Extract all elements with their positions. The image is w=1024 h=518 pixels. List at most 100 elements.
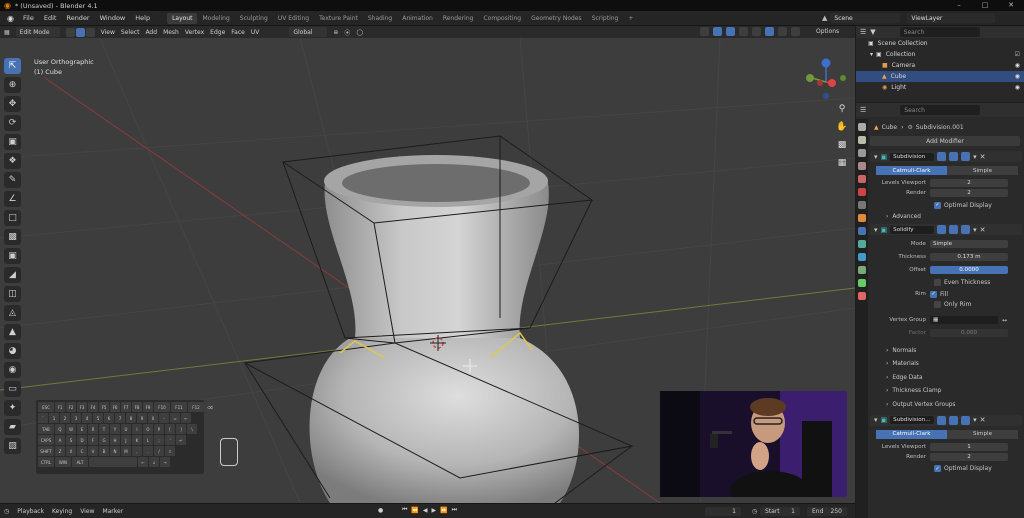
offset-field[interactable]: 0.0000 <box>930 266 1008 274</box>
factor-field[interactable]: 0.000 <box>930 329 1008 337</box>
materials-section[interactable]: › Materials <box>870 358 1024 372</box>
shear-tool-icon[interactable]: ▰ <box>4 419 21 435</box>
mode-selector[interactable]: Edit Mode <box>15 27 60 37</box>
edge-slide-tool-icon[interactable]: ▭ <box>4 381 21 397</box>
rip-tool-icon[interactable]: ▨ <box>4 438 21 454</box>
dropdown-icon[interactable]: ▾ <box>973 416 977 424</box>
modifier-name-field[interactable]: Solidify <box>890 225 935 234</box>
tab-compositing[interactable]: Compositing <box>478 13 526 24</box>
tab-layout[interactable]: Layout <box>167 12 198 24</box>
viewport-toggle-icon[interactable] <box>949 152 959 161</box>
outliner-search-input[interactable]: Search <box>899 27 980 37</box>
normals-section[interactable]: › Normals <box>870 344 1024 358</box>
eye-icon[interactable]: ◉ <box>1015 84 1020 91</box>
pan-hand-icon[interactable]: ✋ <box>836 121 848 133</box>
tab-scripting[interactable]: Scripting <box>587 13 624 24</box>
simple-option[interactable]: Simple <box>947 166 1018 175</box>
menu-uv[interactable]: UV <box>251 29 260 36</box>
wireframe-shading-icon[interactable] <box>752 27 761 36</box>
remove-modifier-icon[interactable]: ✕ <box>980 416 986 424</box>
maximize-icon[interactable]: □ <box>972 0 998 11</box>
visibility-icon[interactable] <box>700 27 709 36</box>
render-levels-field[interactable]: 2 <box>930 189 1008 197</box>
poly-build-tool-icon[interactable]: ▲ <box>4 324 21 340</box>
scene-tab-icon[interactable] <box>858 175 866 183</box>
end-frame-field[interactable]: End 250 <box>807 507 847 516</box>
pivot-icon[interactable]: ⊕ <box>333 29 338 36</box>
output-tab-icon[interactable] <box>858 149 866 157</box>
optimal-display-checkbox[interactable]: ✓ Optimal Display <box>870 200 1024 210</box>
optimal-display-checkbox[interactable]: ✓ Optimal Display <box>870 464 1024 474</box>
add-modifier-button[interactable]: Add Modifier <box>870 136 1020 146</box>
catmull-clark-option[interactable]: Catmull-Clark <box>876 166 947 175</box>
editor-type-icon[interactable]: ▦ <box>4 29 10 36</box>
play-reverse-icon[interactable]: ◀ <box>423 507 428 514</box>
annotate-tool-icon[interactable]: ✎ <box>4 172 21 188</box>
remove-modifier-icon[interactable]: ✕ <box>980 153 986 161</box>
material-tab-icon[interactable] <box>858 292 866 300</box>
levels-viewport-field[interactable]: 2 <box>930 179 1008 187</box>
checkbox-icon[interactable]: ☑ <box>1015 51 1020 58</box>
collapse-icon[interactable]: ▾ <box>874 416 878 424</box>
gizmo-toggle-icon[interactable] <box>713 27 722 36</box>
catmull-clark-option[interactable]: Catmull-Clark <box>876 429 947 439</box>
start-frame-field[interactable]: Start 1 <box>760 507 800 516</box>
only-rim-checkbox[interactable]: Only Rim <box>870 299 1024 309</box>
outliner-item-cube[interactable]: ▲ Cube ◉ <box>856 71 1024 82</box>
move-tool-icon[interactable]: ✥ <box>4 96 21 112</box>
dropdown-icon[interactable]: ▾ <box>973 153 977 161</box>
xray-icon[interactable] <box>739 27 748 36</box>
checkmark-icon[interactable]: ✓ <box>930 290 937 298</box>
tab-sculpting[interactable]: Sculpting <box>235 13 273 24</box>
keying-menu[interactable]: Keying <box>52 508 72 515</box>
menu-render[interactable]: Render <box>61 14 94 22</box>
modifier-tab-icon[interactable] <box>858 227 866 235</box>
menu-edit[interactable]: Edit <box>39 14 62 22</box>
view-menu[interactable]: View <box>80 508 94 515</box>
current-frame[interactable]: 1 <box>705 507 741 516</box>
render-tab-icon[interactable] <box>858 136 866 144</box>
thickness-clamp-section[interactable]: › Thickness Clamp <box>870 385 1024 399</box>
constraints-tab-icon[interactable] <box>858 266 866 274</box>
tab-animation[interactable]: Animation <box>397 13 438 24</box>
snap-icon[interactable]: ⦿ <box>344 28 350 37</box>
overlay-toggle-icon[interactable] <box>726 27 735 36</box>
material-shading-icon[interactable] <box>778 27 787 36</box>
menu-view[interactable]: View <box>101 29 115 36</box>
menu-mesh[interactable]: Mesh <box>163 29 179 36</box>
bevel-tool-icon[interactable]: ◢ <box>4 267 21 283</box>
render-toggle-icon[interactable] <box>961 152 971 161</box>
play-icon[interactable]: ▶ <box>432 507 437 514</box>
properties-editor-icon[interactable]: ☰ <box>860 106 866 114</box>
eye-icon[interactable]: ◉ <box>1015 73 1020 80</box>
smooth-tool-icon[interactable]: ◉ <box>4 362 21 378</box>
render-toggle-icon[interactable] <box>961 415 971 425</box>
edge-data-section[interactable]: › Edge Data <box>870 371 1024 385</box>
marker-menu[interactable]: Marker <box>102 508 123 515</box>
close-icon[interactable]: ✕ <box>998 0 1024 11</box>
thickness-field[interactable]: 0.173 m <box>930 253 1008 261</box>
navigation-gizmo[interactable] <box>806 58 846 100</box>
jump-start-icon[interactable]: ⏮ <box>402 506 407 514</box>
view-layer-tab-icon[interactable] <box>858 162 866 170</box>
mode-dropdown[interactable]: Simple <box>930 240 1008 248</box>
scale-tool-icon[interactable]: ▣ <box>4 134 21 150</box>
camera-view-icon[interactable]: ▩ <box>836 139 848 151</box>
physics-tab-icon[interactable] <box>858 253 866 261</box>
collapse-icon[interactable]: ▾ <box>874 153 878 161</box>
transform-orientation[interactable]: Global <box>289 27 328 37</box>
simple-option[interactable]: Simple <box>947 429 1018 439</box>
loop-cut-tool-icon[interactable]: ◫ <box>4 286 21 302</box>
rotate-tool-icon[interactable]: ⟳ <box>4 115 21 131</box>
prev-key-icon[interactable]: ⏪ <box>411 507 418 514</box>
jump-end-icon[interactable]: ⏭ <box>452 506 457 514</box>
auto-key-icon[interactable]: ● <box>378 507 383 514</box>
outliner-item-collection[interactable]: ▾ ▣ Collection ☑ <box>856 49 1024 60</box>
menu-help[interactable]: Help <box>130 14 155 22</box>
add-workspace-button[interactable]: + <box>623 13 638 24</box>
output-vertex-groups-section[interactable]: › Output Vertex Groups <box>870 398 1024 412</box>
outliner-item-scene-collection[interactable]: ▣ Scene Collection <box>856 38 1024 49</box>
outliner-item-light[interactable]: ◉ Light ◉ <box>856 82 1024 93</box>
data-tab-icon[interactable] <box>858 279 866 287</box>
object-tab-icon[interactable] <box>858 214 866 222</box>
